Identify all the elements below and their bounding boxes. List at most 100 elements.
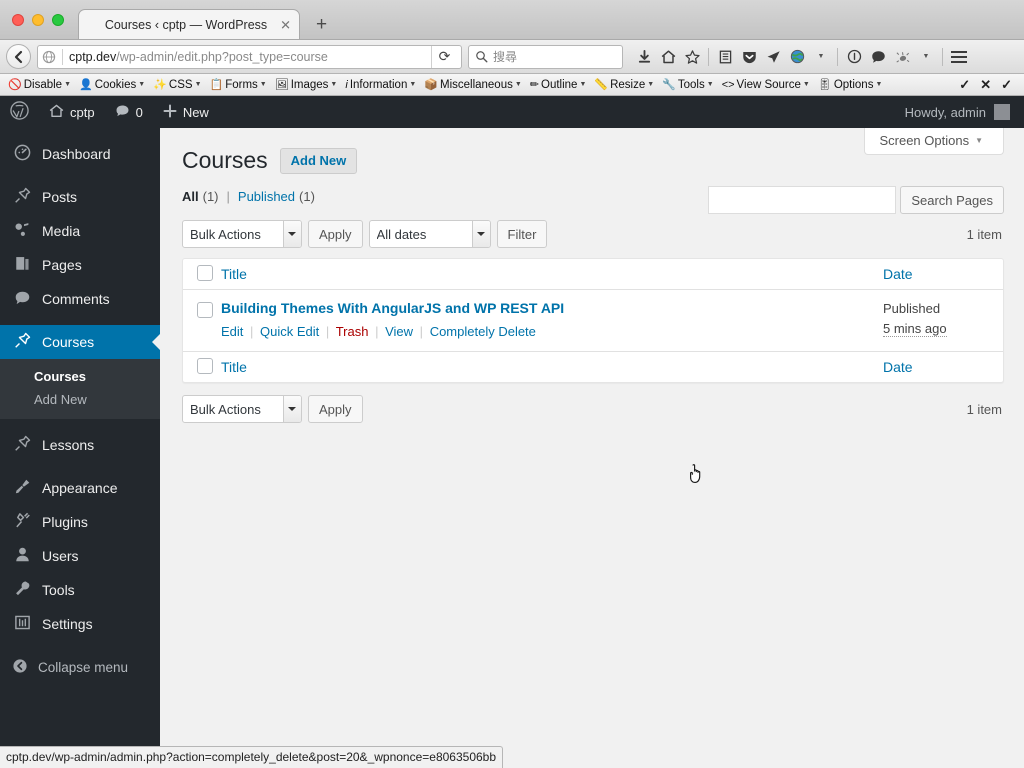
bulk-actions-select-top[interactable]: Bulk Actions (182, 220, 302, 248)
post-title-link[interactable]: Building Themes With AngularJS and WP RE… (221, 300, 564, 316)
browser-search-box[interactable]: 搜尋 (468, 44, 623, 69)
row-select-checkbox[interactable] (197, 302, 213, 318)
table-body: Building Themes With AngularJS and WP RE… (183, 290, 1003, 351)
site-name-menu[interactable]: cptp (39, 96, 105, 128)
plus-icon (163, 104, 177, 121)
bulk-actions-select-bottom[interactable]: Bulk Actions (182, 395, 302, 423)
column-footer-title[interactable]: Title (221, 351, 883, 382)
bulk-apply-button-top[interactable]: Apply (308, 220, 363, 248)
collapse-menu-button[interactable]: Collapse menu (0, 650, 160, 684)
devbar-item-view-source[interactable]: <> View Source ▼ (718, 79, 814, 91)
info-italic-icon: i (345, 78, 348, 91)
sidebar-item-tools[interactable]: Tools (0, 573, 160, 607)
column-footer-date[interactable]: Date (883, 351, 1003, 382)
download-icon[interactable] (633, 45, 655, 69)
sidebar-item-posts[interactable]: Posts (0, 180, 160, 214)
sidebar-item-dashboard[interactable]: Dashboard (0, 137, 160, 171)
new-tab-button[interactable]: + (308, 15, 335, 34)
column-header-date[interactable]: Date (883, 259, 1003, 290)
my-account-menu[interactable]: Howdy, admin (905, 104, 1024, 120)
bug-icon[interactable] (891, 45, 913, 69)
date-filter-select[interactable]: All dates (368, 220, 491, 248)
devbar-item-css[interactable]: ✨ CSS ▼ (149, 78, 205, 92)
home-icon[interactable] (657, 45, 679, 69)
sidebar-subitem-add-new[interactable]: Add New (0, 388, 160, 411)
check-icon-2[interactable]: ✓ (1001, 77, 1012, 93)
chevron-down-icon-2[interactable]: ▼ (915, 45, 937, 69)
address-bar[interactable]: cptp.dev/wp-admin/edit.php?post_type=cou… (37, 44, 462, 69)
pin-icon (12, 435, 32, 455)
sidebar-item-settings[interactable]: Settings (0, 607, 160, 641)
search-submit-button[interactable]: Search Pages (900, 186, 1004, 214)
sidebar-item-plugins[interactable]: Plugins (0, 505, 160, 539)
devbar-item-miscellaneous[interactable]: 📦 Miscellaneous ▼ (420, 78, 526, 92)
send-icon[interactable] (762, 45, 784, 69)
devbar-item-disable[interactable]: 🚫 Disable ▼ (4, 78, 75, 92)
globe-icon (42, 50, 56, 63)
column-header-title[interactable]: Title (221, 259, 883, 290)
sidebar-item-pages[interactable]: Pages (0, 248, 160, 282)
menu-icon[interactable] (948, 45, 970, 69)
sidebar-item-users[interactable]: Users (0, 539, 160, 573)
filter-link-all[interactable]: All (182, 189, 199, 204)
row-action-completely-delete[interactable]: Completely Delete (430, 324, 536, 339)
row-action-quick-edit[interactable]: Quick Edit (260, 324, 319, 339)
devbar-item-outline[interactable]: ✏ Outline ▼ (526, 78, 591, 92)
wp-logo-menu[interactable] (0, 96, 39, 128)
sidebar-item-media[interactable]: Media (0, 214, 160, 248)
bulk-apply-button-bottom[interactable]: Apply (308, 395, 363, 423)
sidebar-item-courses[interactable]: Courses (0, 325, 160, 359)
screen-options-tab[interactable]: Screen Options ▼ (864, 128, 1004, 155)
row-action-trash[interactable]: Trash (336, 324, 369, 339)
table-head: Title Date (183, 259, 1003, 290)
search-input[interactable] (708, 186, 897, 214)
globe-color-icon[interactable] (786, 45, 808, 69)
devbar-item-information[interactable]: i Information ▼ (341, 79, 420, 91)
caret-icon: ▼ (706, 81, 714, 88)
brush-icon (12, 478, 32, 498)
pocket-icon[interactable] (738, 45, 760, 69)
star-icon[interactable] (681, 45, 703, 69)
chat-icon[interactable] (867, 45, 889, 69)
chevron-down-icon: ▼ (975, 136, 983, 145)
close-icon[interactable]: ✕ (980, 77, 991, 93)
row-action-view[interactable]: View (385, 324, 413, 339)
check-icon-1[interactable]: ✓ (959, 77, 970, 93)
info-icon[interactable] (843, 45, 865, 69)
chevron-down-icon[interactable]: ▼ (810, 45, 832, 69)
add-new-button[interactable]: Add New (279, 147, 358, 174)
devbar-item-cookies[interactable]: 👤 Cookies ▼ (75, 78, 149, 92)
new-content-menu[interactable]: New (153, 96, 219, 128)
close-tab-icon[interactable]: ✕ (280, 18, 291, 31)
reader-icon[interactable] (714, 45, 736, 69)
sidebar-subitem-courses[interactable]: Courses (0, 365, 160, 388)
comments-menu[interactable]: 0 (105, 96, 153, 128)
devbar-item-forms[interactable]: 📋 Forms ▼ (206, 78, 271, 92)
sidebar-item-comments[interactable]: Comments (0, 282, 160, 316)
minimize-window-button[interactable] (32, 14, 44, 26)
filter-link-published[interactable]: Published (238, 189, 295, 204)
sidebar-item-label: Comments (42, 291, 110, 307)
maximize-window-button[interactable] (52, 14, 64, 26)
reload-button[interactable]: ⟳ (431, 45, 457, 68)
screen-options-label: Screen Options (879, 133, 970, 148)
devbar-item-images[interactable]: 🖼 Images ▼ (271, 78, 342, 92)
table-foot: Title Date (183, 351, 1003, 382)
wp-admin-bar: cptp 0 New Howdy, admin (0, 96, 1024, 128)
select-all-checkbox-bottom[interactable] (197, 357, 213, 374)
post-date: 5 mins ago (883, 321, 947, 337)
sidebar-item-lessons[interactable]: Lessons (0, 428, 160, 462)
sidebar-item-appearance[interactable]: Appearance (0, 471, 160, 505)
select-all-header (183, 259, 221, 290)
row-action-edit[interactable]: Edit (221, 324, 243, 339)
close-window-button[interactable] (12, 14, 24, 26)
devbar-item-tools[interactable]: 🔧 Tools ▼ (658, 78, 718, 92)
filter-button[interactable]: Filter (496, 220, 548, 248)
browser-tab[interactable]: Courses ‹ cptp — WordPress ✕ (78, 9, 300, 39)
web-developer-toolbar: 🚫 Disable ▼ 👤 Cookies ▼ ✨ CSS ▼ 📋 Forms … (0, 74, 1024, 96)
devbar-item-resize[interactable]: 📏 Resize ▼ (590, 78, 658, 92)
back-button[interactable] (6, 44, 31, 69)
filter-separator: | (226, 189, 230, 204)
select-all-checkbox-top[interactable] (197, 264, 213, 281)
devbar-item-options[interactable]: 🎚 Options ▼ (814, 78, 887, 92)
